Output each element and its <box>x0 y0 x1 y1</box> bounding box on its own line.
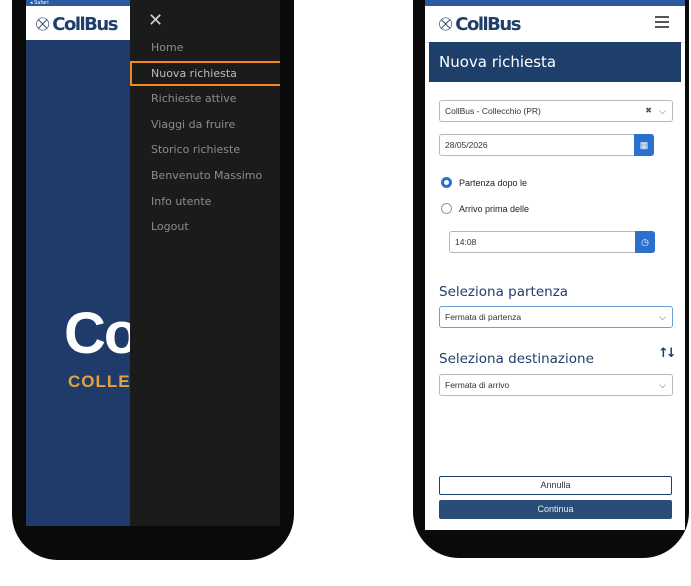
calendar-icon[interactable]: ▦ <box>634 134 654 156</box>
menu-item-home[interactable]: Home <box>130 35 280 61</box>
logo-text: CollBus <box>455 14 521 35</box>
splash-logo-text: Co <box>64 301 139 366</box>
clear-icon[interactable]: ✖ <box>645 101 652 121</box>
app-logo[interactable]: ⛒ CollBus <box>36 14 118 35</box>
page-title: Nuova richiesta <box>429 42 681 82</box>
right-phone-screen: ⛒ CollBus Nuova richiesta CollBus - Coll… <box>425 0 685 530</box>
left-phone-screen: ◂ Safari ⛒ CollBus Co COLLEC ✕ Home Nuov… <box>26 0 280 526</box>
bus-pin-icon: ⛒ <box>36 17 50 32</box>
radio-arrivo-label: Arrivo prima delle <box>459 203 530 214</box>
chevron-down-icon: ⌵ <box>659 312 666 322</box>
bus-pin-icon: ⛒ <box>439 17 453 32</box>
hamburger-line <box>655 26 669 28</box>
drawer-menu: Home Nuova richiesta Richieste attive Vi… <box>130 35 280 240</box>
close-icon[interactable]: ✕ <box>148 10 163 31</box>
time-input[interactable]: 14:08 ◷ <box>449 231 655 253</box>
destination-section-title: Seleziona destinazione <box>439 351 594 367</box>
nav-drawer: ✕ Home Nuova richiesta Richieste attive … <box>130 0 280 526</box>
service-select[interactable]: CollBus - Collecchio (PR) ✖ ⌵ <box>439 100 673 122</box>
menu-item-info-utente[interactable]: Info utente <box>130 189 280 215</box>
swap-vertical-icon[interactable]: ↑↓ <box>658 346 677 361</box>
date-input-value: 28/05/2026 <box>445 140 488 150</box>
destination-select-value: Fermata di arrivo <box>445 380 510 390</box>
clock-icon[interactable]: ◷ <box>635 231 655 253</box>
right-phone-frame: ⛒ CollBus Nuova richiesta CollBus - Coll… <box>413 0 689 558</box>
left-phone-frame: ◂ Safari ⛒ CollBus Co COLLEC ✕ Home Nuov… <box>12 0 294 560</box>
menu-item-benvenuto[interactable]: Benvenuto Massimo <box>130 163 280 189</box>
menu-item-viaggi-da-fruire[interactable]: Viaggi da fruire <box>130 112 280 138</box>
date-input[interactable]: 28/05/2026 ▦ <box>439 134 654 156</box>
chevron-down-icon: ⌵ <box>659 106 666 116</box>
hamburger-line <box>655 21 669 23</box>
radio-checked-icon[interactable] <box>441 177 452 188</box>
service-select-value: CollBus - Collecchio (PR) <box>445 106 541 116</box>
menu-item-nuova-richiesta[interactable]: Nuova richiesta <box>130 60 280 87</box>
chevron-down-icon: ⌵ <box>659 380 666 390</box>
departure-select-value: Fermata di partenza <box>445 312 522 322</box>
radio-unchecked-icon[interactable] <box>441 203 452 214</box>
continue-button[interactable]: Continua <box>439 500 672 519</box>
app-logo[interactable]: ⛒ CollBus <box>439 14 521 35</box>
menu-item-storico-richieste[interactable]: Storico richieste <box>130 137 280 163</box>
radio-arrivo[interactable]: Arrivo prima delle <box>441 203 529 214</box>
departure-select[interactable]: Fermata di partenza ⌵ <box>439 306 673 328</box>
logo-text: CollBus <box>52 14 118 35</box>
departure-section-title: Seleziona partenza <box>439 284 569 300</box>
cancel-button[interactable]: Annulla <box>439 476 672 495</box>
menu-item-richieste-attive[interactable]: Richieste attive <box>130 86 280 112</box>
app-header: ⛒ CollBus <box>26 6 130 40</box>
app-header: ⛒ CollBus <box>425 6 685 43</box>
radio-partenza[interactable]: Partenza dopo le <box>441 177 527 188</box>
time-input-value: 14:08 <box>455 237 477 247</box>
hamburger-line <box>655 16 669 18</box>
hamburger-icon[interactable] <box>655 16 669 31</box>
destination-select[interactable]: Fermata di arrivo ⌵ <box>439 374 673 396</box>
radio-partenza-label: Partenza dopo le <box>459 177 528 188</box>
menu-item-logout[interactable]: Logout <box>130 214 280 240</box>
